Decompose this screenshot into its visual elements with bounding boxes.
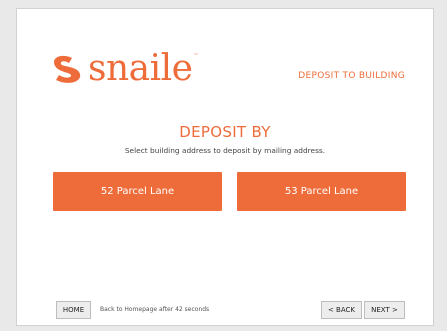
home-timeout-note: Back to Homepage after 42 seconds [100,306,210,313]
address-button-52-parcel-lane[interactable]: 52 Parcel Lane [53,172,222,211]
instruction-text: Select building address to deposit by ma… [124,146,326,155]
kiosk-screen: snaile ™ DEPOSIT TO BUILDING DEPOSIT BY … [16,8,434,326]
address-button-53-parcel-lane[interactable]: 53 Parcel Lane [237,172,406,211]
trademark-mark: ™ [193,53,199,59]
snail-logo-icon [54,55,81,83]
back-button[interactable]: < BACK [321,301,362,319]
brand-logo: snaile ™ [50,49,198,89]
next-button[interactable]: NEXT > [364,301,405,319]
section-heading: DEPOSIT BY [179,123,271,141]
home-button[interactable]: HOME [56,301,91,319]
page-title: DEPOSIT TO BUILDING [298,71,405,81]
brand-name: snaile [88,48,193,89]
